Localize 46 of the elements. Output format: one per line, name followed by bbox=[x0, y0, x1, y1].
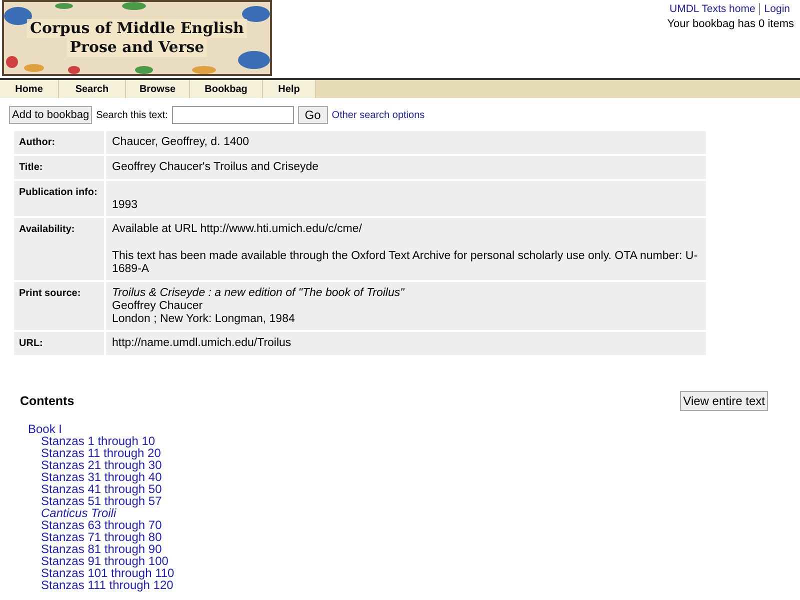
search-label: Search this text: bbox=[96, 110, 168, 120]
section-link[interactable]: Canticus Troili bbox=[41, 506, 116, 520]
field-value: London ; New York: Longman, 1984 bbox=[112, 313, 295, 326]
search-options-link[interactable]: Other search options bbox=[332, 110, 425, 120]
bookbag-status: Your bookbag has 0 items bbox=[667, 18, 794, 30]
nav-tab[interactable]: Help bbox=[263, 80, 316, 98]
section-link[interactable]: Stanzas 71 through 80 bbox=[41, 530, 162, 544]
field-label: Author: bbox=[14, 131, 104, 154]
field-label: Print source: bbox=[14, 282, 104, 330]
view-entire-text-button[interactable]: View entire text bbox=[680, 391, 768, 411]
contents-link[interactable]: Book I bbox=[28, 422, 62, 436]
contents-heading: Contents bbox=[20, 394, 74, 408]
section-link[interactable]: Stanzas 51 through 57 bbox=[41, 494, 162, 508]
section-link[interactable]: Stanzas 101 through 110 bbox=[41, 566, 174, 580]
section-link[interactable]: Stanzas 21 through 30 bbox=[41, 458, 162, 472]
nav-tab[interactable]: Bookbag bbox=[190, 80, 263, 98]
section-link[interactable]: Stanzas 11 through 20 bbox=[41, 446, 161, 460]
field-label: Availability: bbox=[14, 218, 104, 280]
field-value: 1993 bbox=[112, 199, 138, 212]
search-field[interactable] bbox=[172, 106, 294, 124]
section-link[interactable]: Stanzas 63 through 70 bbox=[41, 518, 162, 532]
go-button[interactable]: Go bbox=[298, 106, 328, 124]
add-to-bookbag-button[interactable]: Add to bookbag bbox=[9, 106, 92, 124]
header-link[interactable]: UMDL Texts home bbox=[666, 3, 760, 15]
nav-tab[interactable]: Home bbox=[0, 80, 59, 98]
field-value: Troilus & Criseyde : a new edition of "The book of Troilus" bbox=[112, 287, 404, 300]
section-link[interactable]: Stanzas 31 through 40 bbox=[41, 470, 162, 484]
header-link[interactable]: Login bbox=[759, 3, 794, 15]
section-link[interactable]: Stanzas 81 through 90 bbox=[41, 542, 162, 556]
field-label: Publication info: bbox=[14, 181, 104, 216]
logo-text: Corpus of Middle English bbox=[27, 19, 247, 38]
section-link[interactable]: Stanzas 1 through 10 bbox=[41, 434, 156, 448]
logo-text: Prose and Verse bbox=[66, 38, 208, 57]
field-value: http://name.umdl.umich.edu/Troilus bbox=[112, 337, 292, 350]
nav-tab[interactable]: Browse bbox=[126, 80, 190, 98]
field-value: Available at URL http://www.hti.umich.edu/c/cme/ bbox=[112, 223, 362, 236]
field-value: Geoffrey Chaucer bbox=[112, 300, 203, 313]
field-value: Chaucer, Geoffrey, d. 1400 bbox=[112, 136, 250, 149]
section-link[interactable]: Stanzas 41 through 50 bbox=[41, 482, 162, 496]
nav-tab[interactable]: Search bbox=[59, 80, 126, 98]
field-label: URL: bbox=[14, 332, 104, 355]
field-value: Geoffrey Chaucer's Troilus and Criseyde bbox=[112, 161, 319, 174]
section-link[interactable]: Stanzas 111 through 120 bbox=[41, 578, 174, 592]
field-value: This text has been made available through the Oxford Text Archive for personal scholarly use only. OTA number: U-1689-A bbox=[112, 250, 699, 276]
field-label: Title: bbox=[14, 156, 104, 179]
section-link[interactable]: Stanzas 91 through 100 bbox=[41, 554, 168, 568]
